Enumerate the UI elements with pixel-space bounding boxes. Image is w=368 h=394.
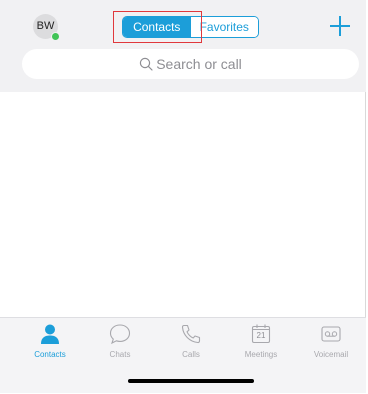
tabbar-label: Voicemail [313, 350, 349, 359]
home-indicator [128, 379, 254, 383]
tabbar-label: Chats [109, 350, 131, 359]
tabbar-item-chats[interactable]: Chats [92, 322, 148, 366]
tabbar-item-meetings[interactable]: 21 Meetings [233, 322, 289, 366]
header: BW Contacts Favorites Search or call [0, 0, 366, 92]
app-frame: BW Contacts Favorites Search or call Con… [0, 0, 366, 393]
calendar-day: 21 [256, 331, 266, 340]
phone-icon [181, 324, 201, 344]
tabbar-label: Contacts [34, 350, 66, 359]
chat-bubble-icon [109, 324, 131, 345]
tabbar-item-contacts[interactable]: Contacts [22, 322, 78, 366]
search-input[interactable]: Search or call [22, 49, 359, 79]
tabbar-item-voicemail[interactable]: Voicemail [303, 322, 359, 366]
tabbar-label: Meetings [244, 350, 278, 359]
avatar-initials: BW [36, 20, 55, 32]
search-placeholder: Search or call [156, 56, 242, 72]
voicemail-icon [321, 326, 341, 342]
presence-status-icon [51, 32, 60, 41]
person-icon [41, 324, 59, 344]
bottom-tab-bar: Contacts Chats Calls 21 Meetings Voicema… [0, 317, 366, 393]
add-contact-plus-icon[interactable] [330, 16, 350, 36]
tabbar-item-calls[interactable]: Calls [163, 322, 219, 366]
search-icon [140, 57, 153, 71]
tabbar-label: Calls [182, 350, 200, 359]
focus-highlight [113, 11, 202, 43]
